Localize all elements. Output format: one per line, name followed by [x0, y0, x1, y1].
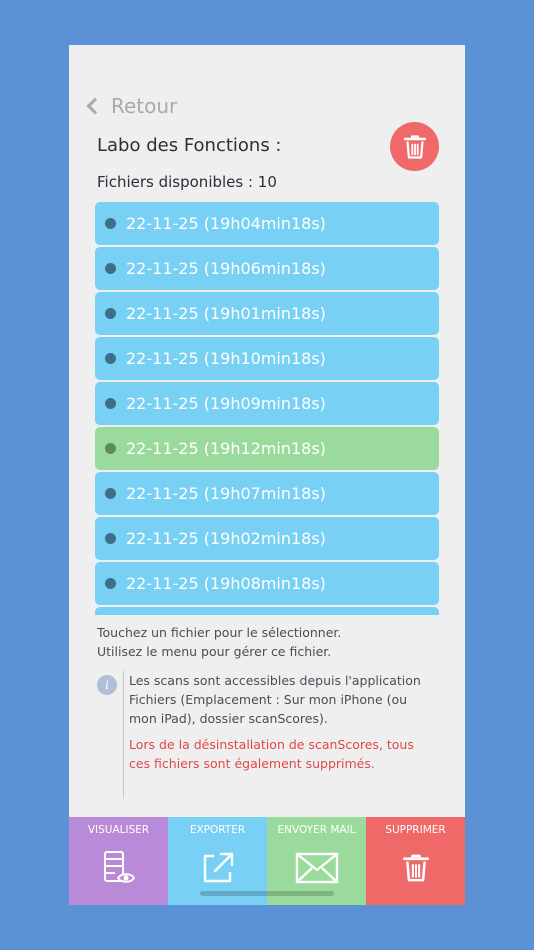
app-screen: Retour Labo des Fonctions : Fichiers dis… — [69, 45, 465, 905]
files-count: Fichiers disponibles : 10 — [97, 173, 277, 191]
file-item[interactable]: 22-11-25 (19h06min18s) — [95, 247, 439, 290]
info-divider — [123, 671, 124, 799]
usage-hint: Touchez un fichier pour le sélectionner.… — [97, 623, 341, 661]
file-name: 22-11-25 (19h08min18s) — [126, 574, 326, 593]
file-name: 22-11-25 (19h10min18s) — [126, 349, 326, 368]
file-item[interactable]: 22-11-25 (19h04min18s) — [95, 202, 439, 245]
file-name: 22-11-25 (19h01min18s) — [126, 304, 326, 323]
bullet-dot-icon — [105, 533, 116, 544]
info-icon: i — [97, 675, 117, 695]
file-name: 22-11-25 (19h12min18s) — [126, 439, 326, 458]
bullet-dot-icon — [105, 353, 116, 364]
bullet-dot-icon — [105, 218, 116, 229]
visualize-button[interactable]: VISUALISER — [69, 817, 168, 905]
file-item[interactable]: 22-11-25 (19h07min18s) — [95, 472, 439, 515]
bullet-dot-icon — [105, 263, 116, 274]
bullet-dot-icon — [105, 308, 116, 319]
info-text: Les scans sont accessibles depuis l'appl… — [129, 673, 421, 726]
file-name: 22-11-25 (19h09min18s) — [126, 394, 326, 413]
file-item[interactable] — [95, 607, 439, 615]
share-arrow-icon — [203, 852, 233, 883]
delete-button[interactable]: SUPPRIMER — [366, 817, 465, 905]
file-item[interactable]: 22-11-25 (19h09min18s) — [95, 382, 439, 425]
file-name: 22-11-25 (19h07min18s) — [126, 484, 326, 503]
file-name: 22-11-25 (19h04min18s) — [126, 214, 326, 233]
bullet-dot-icon — [105, 488, 116, 499]
file-item[interactable]: 22-11-25 (19h01min18s) — [95, 292, 439, 335]
home-indicator[interactable] — [200, 891, 334, 896]
file-list[interactable]: 22-11-25 (19h04min18s) 22-11-25 (19h06mi… — [95, 202, 439, 615]
back-label: Retour — [111, 94, 178, 118]
delete-label: SUPPRIMER — [385, 824, 446, 836]
page-title: Labo des Fonctions : — [97, 135, 282, 156]
file-item-selected[interactable]: 22-11-25 (19h12min18s) — [95, 427, 439, 470]
back-button[interactable]: Retour — [85, 93, 177, 119]
bullet-dot-icon — [105, 443, 116, 454]
visualize-label: VISUALISER — [87, 824, 150, 836]
envelope-icon — [295, 852, 338, 884]
file-item[interactable]: 22-11-25 (19h10min18s) — [95, 337, 439, 380]
chevron-left-icon — [86, 97, 104, 115]
bullet-dot-icon — [105, 578, 116, 589]
file-item[interactable]: 22-11-25 (19h02min18s) — [95, 517, 439, 560]
document-eye-icon — [103, 851, 135, 883]
file-name: 22-11-25 (19h06min18s) — [126, 259, 326, 278]
warning-text: Lors de la désinstallation de scanScores… — [129, 737, 414, 771]
hint-line: Touchez un fichier pour le sélectionner. — [97, 625, 342, 640]
export-label: EXPORTER — [189, 824, 246, 836]
file-name: 22-11-25 (19h02min18s) — [126, 529, 326, 548]
trash-icon — [402, 854, 429, 882]
hint-line: Utilisez le menu pour gérer ce fichier. — [97, 644, 332, 659]
send-mail-label: ENVOYER MAIL — [277, 824, 356, 836]
trash-icon — [403, 134, 426, 159]
file-item[interactable]: 22-11-25 (19h08min18s) — [95, 562, 439, 605]
delete-all-button[interactable] — [390, 122, 439, 171]
bullet-dot-icon — [105, 398, 116, 409]
